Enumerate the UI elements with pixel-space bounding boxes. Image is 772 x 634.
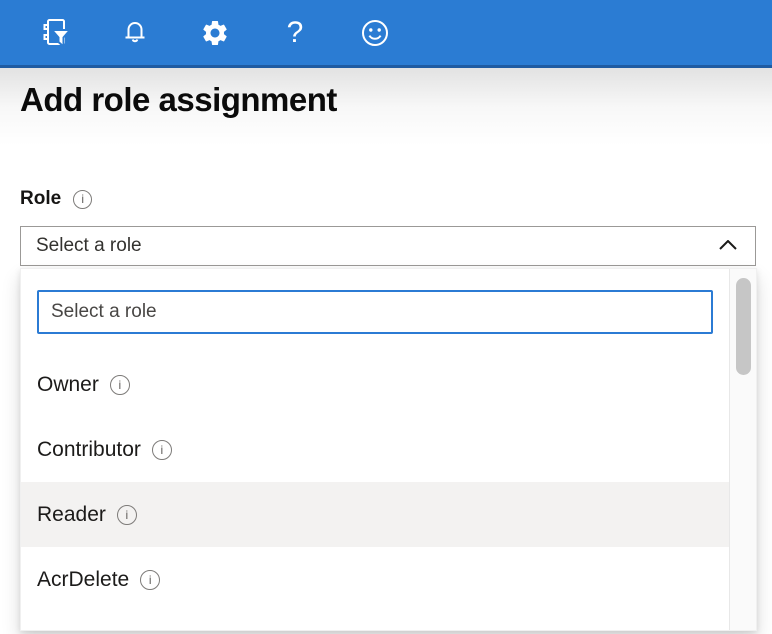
dropdown-scrollbar-track[interactable]: [729, 269, 756, 630]
role-option-label: Contributor: [37, 438, 141, 462]
notifications-button[interactable]: [118, 16, 152, 50]
info-icon[interactable]: i: [140, 570, 160, 590]
info-icon[interactable]: i: [110, 375, 130, 395]
role-option-label: Reader: [37, 503, 106, 527]
role-field-label-row: Role i: [20, 188, 92, 210]
role-options-list: Owner i Contributor i Reader i AcrDelete…: [21, 352, 731, 612]
dropdown-scrollbar-thumb[interactable]: [736, 278, 751, 375]
info-icon[interactable]: i: [117, 505, 137, 525]
chevron-up-icon: [719, 237, 737, 255]
question-mark-icon: ?: [287, 18, 304, 48]
role-dropdown-panel: Owner i Contributor i Reader i AcrDelete…: [20, 268, 757, 631]
directory-filter-icon: [39, 17, 71, 49]
gear-icon: [200, 18, 230, 48]
directory-filter-button[interactable]: [38, 16, 72, 50]
role-label: Role: [20, 188, 61, 210]
bell-icon: [120, 18, 150, 48]
top-navigation-bar: ?: [0, 0, 772, 68]
role-combobox-value: Select a role: [36, 235, 142, 257]
role-option-contributor[interactable]: Contributor i: [21, 417, 731, 482]
role-option-label: Owner: [37, 373, 99, 397]
role-option-reader[interactable]: Reader i: [21, 482, 731, 547]
page-title: Add role assignment: [20, 81, 337, 119]
role-option-acrdelete[interactable]: AcrDelete i: [21, 547, 731, 612]
feedback-button[interactable]: [358, 16, 392, 50]
smiley-icon: [359, 17, 391, 49]
add-role-assignment-page: Add role assignment Role i Select a role…: [0, 68, 772, 631]
role-option-label: AcrDelete: [37, 568, 129, 592]
role-combobox[interactable]: Select a role: [20, 226, 756, 266]
info-icon[interactable]: i: [152, 440, 172, 460]
role-search-input[interactable]: [37, 290, 713, 334]
help-button[interactable]: ?: [278, 16, 312, 50]
role-info-icon[interactable]: i: [73, 190, 92, 209]
role-option-owner[interactable]: Owner i: [21, 352, 731, 417]
settings-button[interactable]: [198, 16, 232, 50]
